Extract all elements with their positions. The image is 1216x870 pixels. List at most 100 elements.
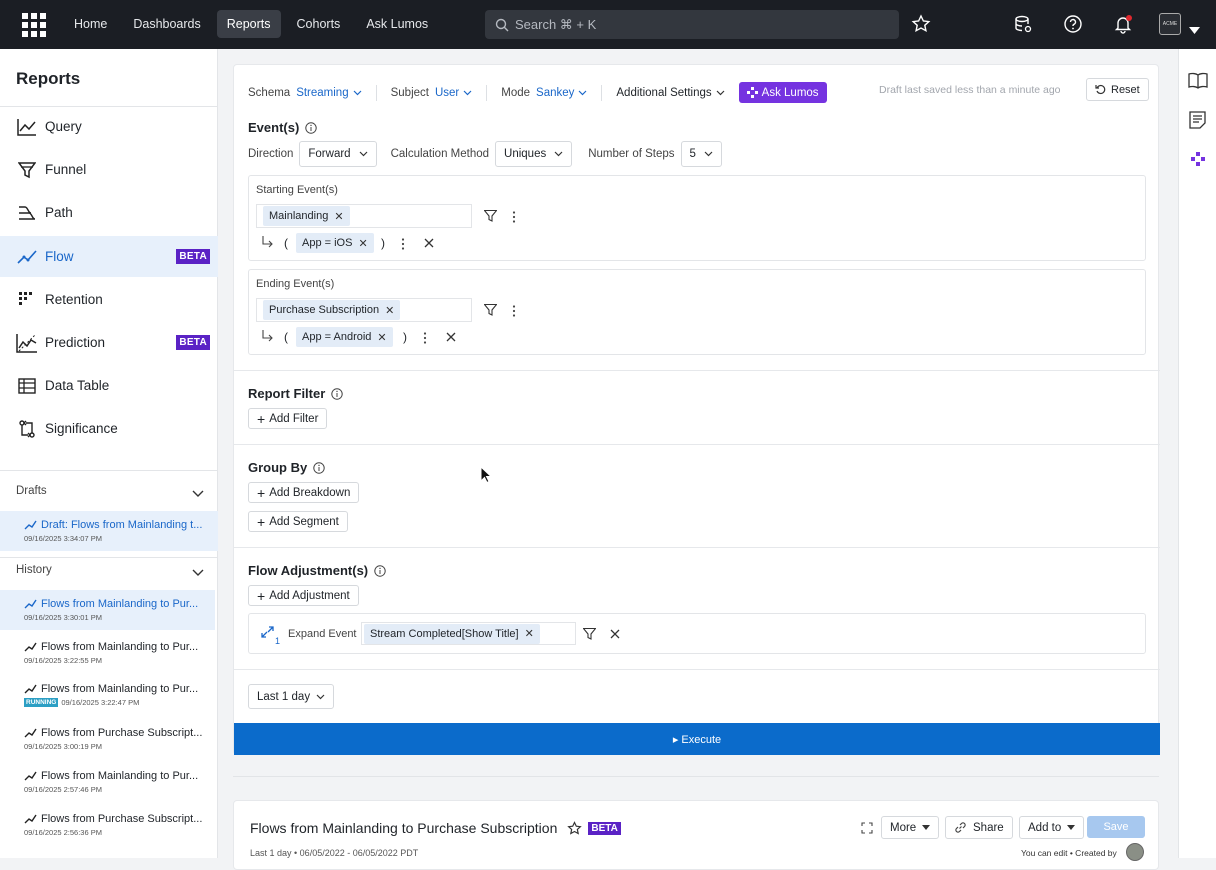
history-item[interactable]: Flows from Mainlanding to Pur... 09/16/2… (0, 762, 215, 802)
favorite-star-icon[interactable] (909, 12, 933, 36)
mode-dropdown[interactable]: Sankey (536, 87, 574, 99)
sidebar-item-significance[interactable]: Significance (0, 408, 218, 449)
close-icon[interactable] (424, 238, 434, 248)
info-icon[interactable] (305, 121, 317, 134)
reset-icon (1095, 84, 1106, 95)
sidebar-item-flow[interactable]: Flow BETA (0, 236, 218, 277)
more-vertical-icon[interactable] (512, 211, 516, 223)
add-breakdown-button[interactable]: + Add Breakdown (248, 482, 360, 503)
reset-button[interactable]: Reset (1086, 78, 1149, 101)
subject-dropdown[interactable]: User (435, 87, 459, 99)
chevron-down-icon[interactable] (192, 564, 204, 582)
ask-lumos-button[interactable]: Ask Lumos (738, 82, 827, 103)
ending-events-label: Ending Event(s) (256, 278, 335, 290)
sidebar-item-query[interactable]: Query (0, 106, 218, 147)
help-icon[interactable] (1061, 12, 1085, 36)
history-item[interactable]: Flows from Mainlanding to Pur... 09/16/2… (0, 590, 215, 630)
info-icon[interactable] (313, 461, 325, 474)
sidebar-item-label: Funnel (45, 162, 87, 177)
close-icon[interactable]: ✕ (385, 304, 394, 317)
sidebar-item-retention[interactable]: Retention (0, 279, 218, 320)
filter-icon[interactable] (484, 210, 497, 222)
sidebar-item-prediction[interactable]: Prediction BETA (0, 322, 218, 363)
history-date: 09/16/2025 2:56:36 PM (24, 828, 102, 837)
chevron-down-icon[interactable] (192, 485, 204, 503)
favorite-star-icon[interactable] (567, 820, 583, 836)
direction-label: Direction (248, 148, 294, 160)
history-item[interactable]: Flows from Mainlanding to Pur... RUNNING… (0, 675, 215, 715)
report-title[interactable]: Flows from Mainlanding to Purchase Subsc… (250, 820, 557, 836)
divider (234, 444, 1160, 445)
execute-button[interactable]: ▸ Execute (234, 723, 1160, 755)
expand-event-input[interactable]: Stream Completed[Show Title] ✕ (361, 622, 576, 645)
sidebar-item-data-table[interactable]: Data Table (0, 365, 218, 406)
save-button[interactable]: Save (1087, 816, 1145, 838)
notes-icon[interactable] (1189, 111, 1206, 129)
ending-event-input[interactable]: Purchase Subscription ✕ (256, 298, 472, 322)
more-vertical-icon[interactable] (512, 305, 516, 317)
history-item[interactable]: Flows from Purchase Subscript... 09/16/2… (0, 719, 215, 759)
app-grid-logo-icon[interactable] (22, 13, 46, 37)
add-filter-button[interactable]: + Add Filter (248, 408, 328, 429)
history-title: Flows from Mainlanding to Pur... (41, 683, 199, 695)
filter-icon[interactable] (484, 304, 497, 316)
add-adjustment-button[interactable]: + Add Adjustment (248, 585, 359, 606)
nav-cohorts[interactable]: Cohorts (287, 10, 351, 38)
close-icon[interactable]: ✕ (525, 627, 534, 640)
close-icon[interactable] (610, 629, 620, 639)
info-icon[interactable] (374, 564, 386, 577)
add-breakdown-label: Add Breakdown (269, 486, 351, 499)
close-icon[interactable]: ✕ (377, 331, 386, 344)
close-icon[interactable]: ✕ (334, 210, 343, 223)
filter-icon[interactable] (583, 628, 596, 640)
steps-dropdown[interactable]: 5 (680, 141, 722, 167)
nav-dashboards[interactable]: Dashboards (123, 10, 210, 38)
caret-down-icon[interactable] (1189, 21, 1200, 39)
share-label: Share (973, 821, 1004, 834)
sidebar-item-path[interactable]: Path (0, 192, 218, 233)
calc-method-dropdown[interactable]: Uniques (495, 141, 573, 167)
draft-title: Draft: Flows from Mainlanding t... (41, 519, 203, 531)
org-avatar[interactable]: ACME (1159, 13, 1181, 35)
draft-item[interactable]: Draft: Flows from Mainlanding t... 09/16… (0, 511, 218, 551)
event-chip[interactable]: Purchase Subscription ✕ (263, 300, 401, 320)
starting-event-input[interactable]: Mainlanding ✕ (256, 204, 472, 228)
additional-settings-dropdown[interactable]: Additional Settings (616, 87, 711, 99)
sidebar-item-funnel[interactable]: Funnel (0, 149, 218, 190)
direction-dropdown[interactable]: Forward (299, 141, 377, 167)
nav-home[interactable]: Home (64, 10, 117, 38)
nav-reports[interactable]: Reports (216, 10, 281, 38)
sidebar-item-label: Data Table (45, 378, 110, 393)
info-icon[interactable] (331, 387, 343, 400)
date-range-dropdown[interactable]: Last 1 day (248, 684, 335, 709)
schema-dropdown[interactable]: Streaming (296, 87, 348, 99)
lumos-icon[interactable] (1191, 152, 1205, 166)
report-builder-card: Schema Streaming Subject User Mode Sanke… (233, 64, 1160, 755)
search-input[interactable]: Search ⌘ + K (485, 10, 899, 39)
event-chip[interactable]: Stream Completed[Show Title] ✕ (364, 623, 540, 644)
add-segment-button[interactable]: + Add Segment (248, 511, 348, 532)
settings-row: Schema Streaming Subject User Mode Sanke… (248, 82, 827, 103)
share-button[interactable]: Share (945, 816, 1013, 839)
divider (0, 557, 218, 558)
events-title: Event(s) (248, 120, 300, 135)
add-to-dropdown[interactable]: Add to (1019, 816, 1085, 839)
filter-chip[interactable]: App = iOS ✕ (296, 233, 374, 253)
book-icon[interactable] (1188, 72, 1208, 89)
history-date: 09/16/2025 2:57:46 PM (24, 785, 102, 794)
close-icon[interactable] (446, 332, 456, 342)
history-item[interactable]: Flows from Mainlanding to Pur... 09/16/2… (0, 633, 215, 673)
filter-chip[interactable]: App = Android ✕ (296, 327, 393, 347)
nav-ask-lumos[interactable]: Ask Lumos (356, 10, 438, 38)
history-item[interactable]: Flows from Purchase Subscript... 09/16/2… (0, 805, 215, 845)
notifications-bell-icon[interactable] (1111, 12, 1135, 36)
creator-avatar[interactable] (1126, 843, 1144, 861)
more-dropdown[interactable]: More (881, 816, 940, 839)
database-icon[interactable] (1011, 12, 1035, 36)
close-icon[interactable]: ✕ (358, 237, 367, 250)
plus-icon: + (257, 513, 266, 530)
fullscreen-icon[interactable] (861, 822, 873, 834)
more-vertical-icon[interactable] (401, 238, 405, 250)
event-chip[interactable]: Mainlanding ✕ (263, 206, 350, 226)
more-vertical-icon[interactable] (423, 332, 427, 344)
